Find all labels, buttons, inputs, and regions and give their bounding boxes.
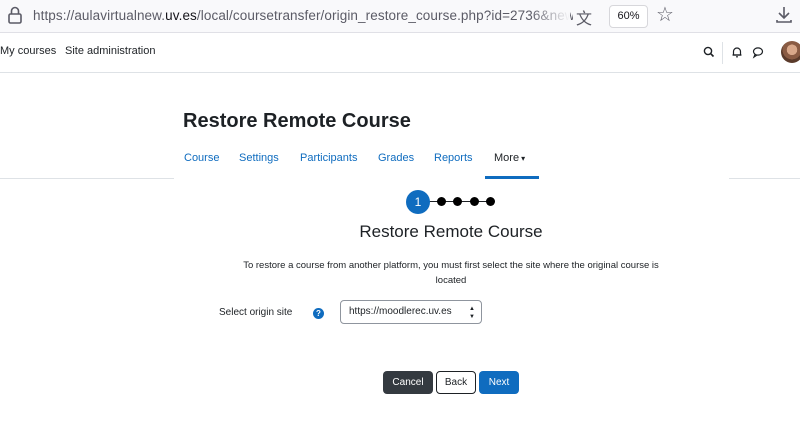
stepper-current-step: 1	[406, 190, 430, 214]
origin-site-select[interactable]: https://moodlerec.uv.es ▲ ▼	[340, 300, 482, 324]
browser-toolbar: https://aulavirtualnew.uv.es/local/cours…	[0, 0, 800, 33]
cancel-button[interactable]: Cancel	[383, 371, 433, 394]
bookmark-star-icon[interactable]: ☆	[656, 2, 674, 27]
active-tab-indicator	[485, 176, 539, 179]
download-icon[interactable]	[774, 5, 794, 25]
stepper-step-3	[453, 197, 462, 206]
user-avatar[interactable]	[781, 41, 800, 63]
search-icon[interactable]	[702, 45, 716, 59]
url-domain: uv.es	[165, 8, 197, 23]
tab-settings[interactable]: Settings	[239, 152, 279, 164]
help-icon[interactable]: ?	[313, 308, 324, 319]
tab-reports[interactable]: Reports	[434, 152, 473, 164]
navbar-divider	[722, 42, 723, 64]
page-title: Restore Remote Course	[183, 110, 411, 132]
url-suffix: /local/coursetransfer/origin_restore_cou…	[196, 8, 573, 23]
origin-site-value: https://moodlerec.uv.es	[349, 306, 452, 317]
stepper-step-2	[437, 197, 446, 206]
stepper-step-5	[486, 197, 495, 206]
stepper-step-4	[470, 197, 479, 206]
notification-bell-icon[interactable]	[730, 45, 744, 59]
tab-participants[interactable]: Participants	[300, 152, 357, 164]
tab-grades[interactable]: Grades	[378, 152, 414, 164]
next-button[interactable]: Next	[479, 371, 519, 394]
nav-site-administration[interactable]: Site administration	[65, 45, 156, 57]
tab-more[interactable]: More ▾	[494, 152, 525, 164]
url-fade	[530, 4, 570, 28]
secondary-nav-mask	[174, 177, 729, 180]
origin-site-label: Select origin site	[219, 307, 293, 318]
tab-more-label: More	[494, 152, 520, 164]
content-title: Restore Remote Course	[359, 222, 543, 241]
zoom-level-badge[interactable]: 60%	[609, 5, 648, 28]
back-button[interactable]: Back	[436, 371, 476, 394]
translate-icon[interactable]: 文	[576, 5, 592, 29]
tab-course[interactable]: Course	[184, 152, 219, 164]
nav-my-courses[interactable]: My courses	[0, 45, 56, 57]
chevron-down-icon: ▾	[521, 154, 526, 163]
intro-text: To restore a course from another platfor…	[243, 260, 659, 286]
url-prefix: https://aulavirtualnew.	[33, 8, 166, 23]
top-navbar: My courses Site administration	[0, 33, 800, 73]
address-bar[interactable]: https://aulavirtualnew.uv.es/local/cours…	[33, 8, 573, 23]
select-arrows-icon: ▲ ▼	[469, 306, 475, 320]
messages-icon[interactable]	[751, 45, 765, 59]
lock-icon[interactable]	[6, 5, 24, 25]
